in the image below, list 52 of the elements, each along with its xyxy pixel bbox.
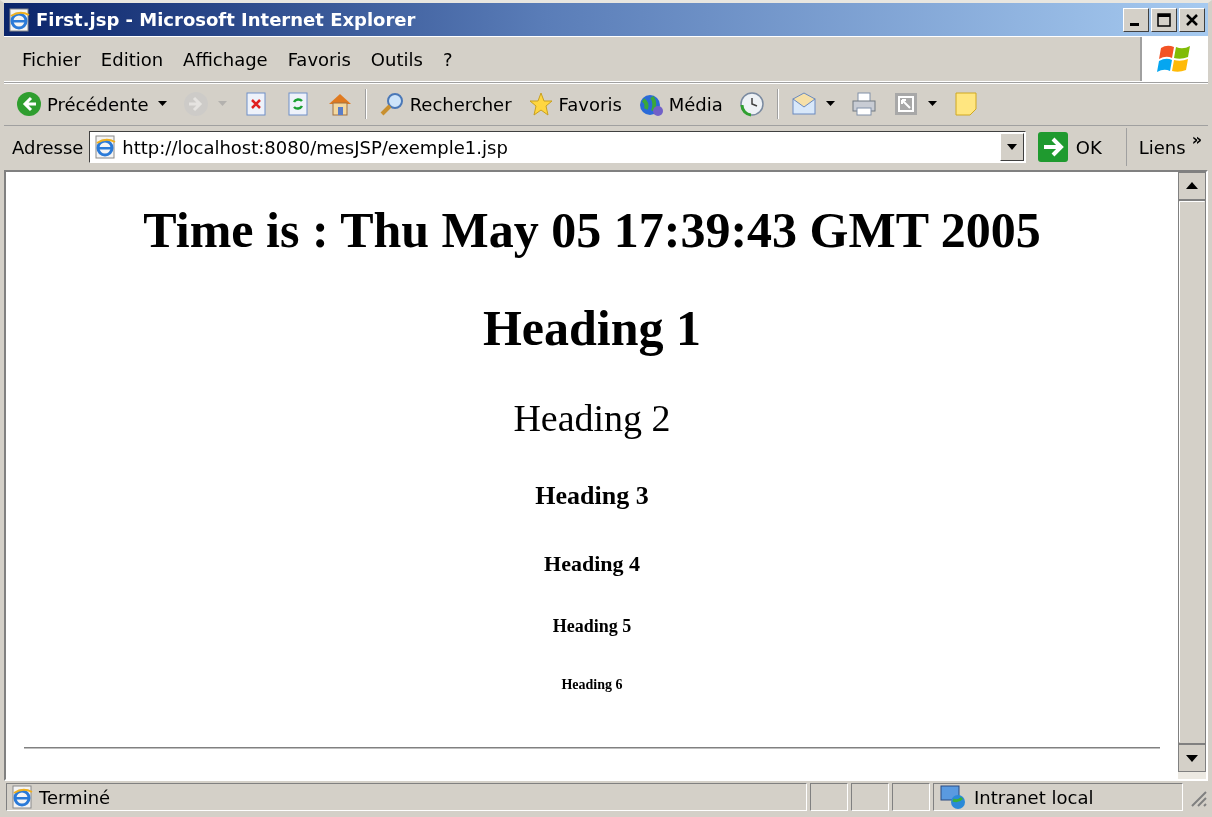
history-icon	[738, 91, 765, 117]
maximize-icon	[1156, 11, 1172, 28]
dropdown-caret-icon	[217, 101, 227, 107]
status-panel	[892, 783, 930, 811]
scroll-up-button[interactable]	[1178, 172, 1206, 200]
dropdown-caret-icon	[157, 101, 167, 107]
mail-icon	[790, 91, 817, 117]
minimize-button[interactable]	[1123, 7, 1149, 32]
printer-icon	[850, 91, 877, 117]
status-panel	[810, 783, 848, 811]
heading: Heading 2	[513, 397, 671, 441]
menu-item[interactable]: Edition	[90, 48, 174, 70]
dropdown-caret-icon	[927, 101, 937, 107]
caret-icon	[1006, 144, 1017, 150]
dropdown-button[interactable]	[999, 133, 1024, 161]
star-icon	[527, 91, 554, 117]
minimize-icon	[1129, 22, 1139, 26]
scroll-down-button[interactable]	[1178, 744, 1206, 772]
heading: Heading 5	[552, 615, 632, 637]
search-icon	[378, 91, 405, 117]
browser-icon	[8, 7, 30, 32]
maximize-button[interactable]	[1151, 7, 1177, 32]
status-text: Terminé	[39, 786, 111, 808]
scrollbar-thumb[interactable]	[1178, 200, 1206, 744]
go-button[interactable]: OK	[1031, 128, 1127, 166]
menu-item[interactable]: Outils	[360, 48, 433, 70]
toolbar-button[interactable]: Précédente	[10, 86, 173, 122]
toolbar-button[interactable]: Favoris	[521, 86, 628, 122]
note-icon	[952, 91, 979, 117]
menu-item[interactable]: Favoris	[277, 48, 361, 70]
toolbar-button[interactable]: Média	[631, 86, 729, 122]
dropdown-caret-icon	[825, 101, 835, 107]
menu-item[interactable]: Fichier	[12, 48, 91, 70]
links-button[interactable]: Liens »	[1132, 128, 1208, 166]
heading: Heading 6	[561, 676, 623, 693]
heading: Heading 4	[544, 550, 640, 576]
heading: Heading 3	[535, 480, 649, 511]
network-globe-icon	[938, 784, 968, 810]
heading: Time is : Thu May 05 17:39:43 GMT 2005	[143, 202, 1041, 260]
page-icon	[94, 135, 117, 159]
close-icon	[1184, 11, 1200, 28]
fullscreen-icon	[892, 91, 919, 117]
status-panel	[851, 783, 889, 811]
menu-item[interactable]: Affichage	[173, 48, 278, 70]
close-button[interactable]	[1179, 7, 1205, 32]
address-field[interactable]: http://localhost:8080/mesJSP/exemple1.jsp	[89, 131, 1026, 163]
heading: Heading 1	[482, 299, 702, 357]
menu-item[interactable]: ?	[432, 48, 463, 70]
address-label: Adresse	[12, 136, 84, 158]
toolbar-button[interactable]: Rechercher	[372, 86, 518, 122]
zone-label: Intranet local	[974, 786, 1094, 808]
window-title: First.jsp - Microsoft Internet Explorer	[36, 9, 417, 30]
